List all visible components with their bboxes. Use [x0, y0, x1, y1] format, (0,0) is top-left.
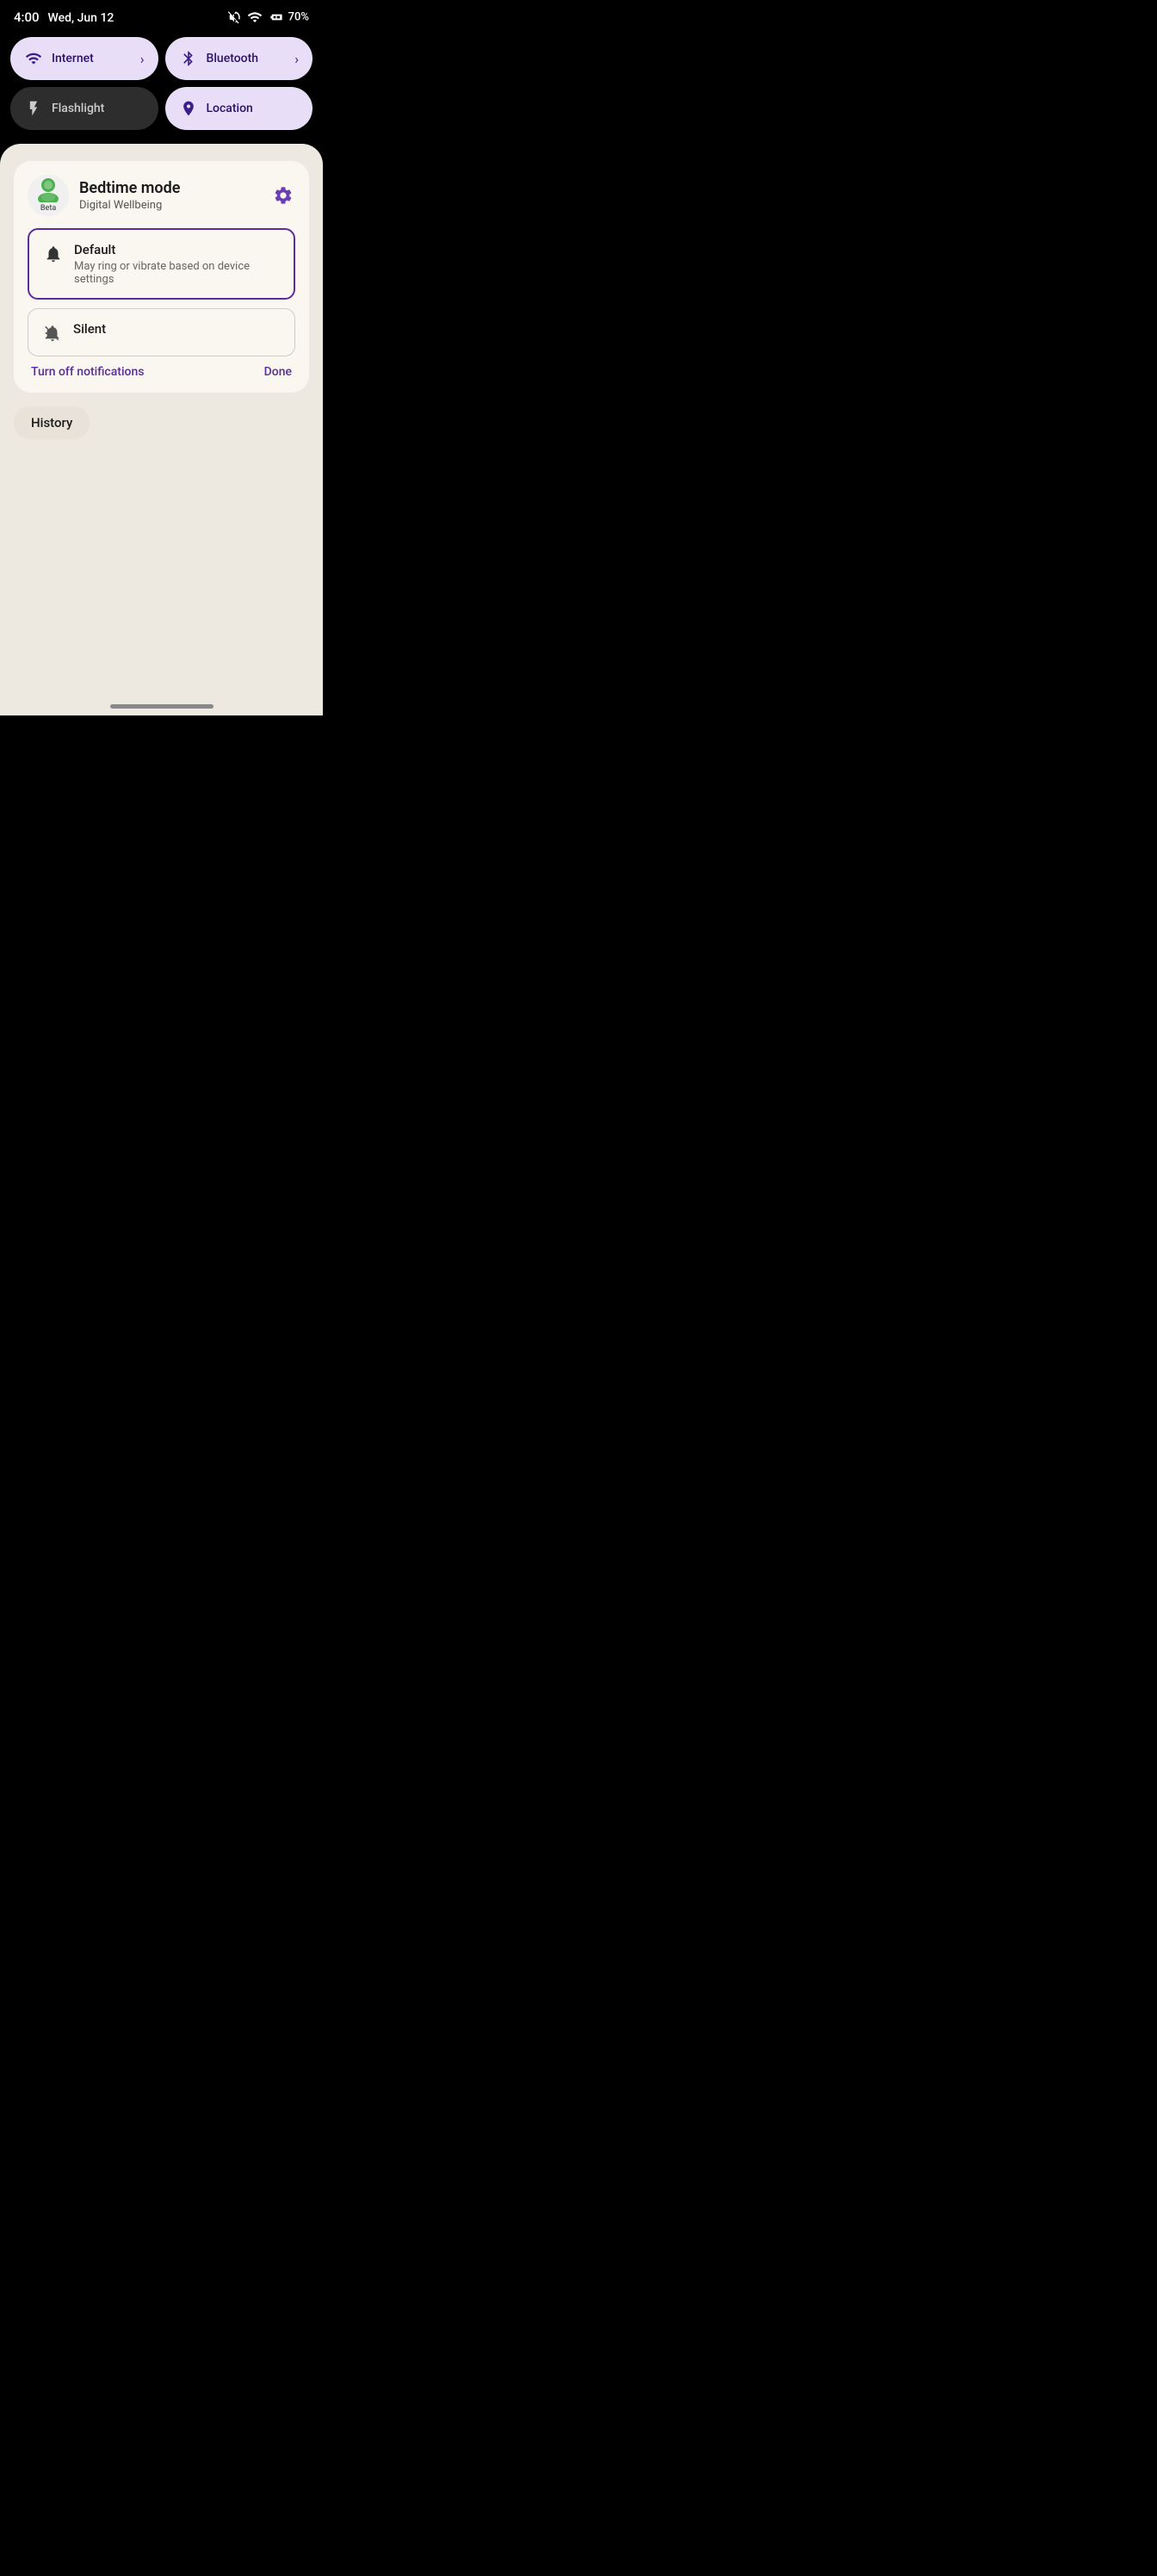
status-date: Wed, Jun 12	[48, 11, 114, 25]
silent-option-title: Silent	[73, 321, 281, 337]
done-button[interactable]: Done	[264, 365, 292, 379]
internet-label: Internet	[52, 52, 132, 65]
bluetooth-qs-icon	[179, 49, 198, 68]
sound-option-silent[interactable]: Silent	[28, 308, 295, 356]
quick-settings-panel: Internet › Bluetooth › Flashlight Locati…	[0, 30, 323, 140]
battery-percent: 70%	[288, 10, 309, 23]
history-button[interactable]: History	[14, 406, 90, 439]
battery-icon	[268, 10, 285, 24]
wifi-qs-icon	[24, 49, 43, 68]
location-qs-icon	[179, 99, 198, 118]
empty-space	[14, 439, 309, 680]
default-option-content: Default May ring or vibrate based on dev…	[74, 242, 280, 286]
home-indicator	[0, 694, 323, 715]
internet-arrow: ›	[140, 51, 145, 67]
qs-tile-location[interactable]: Location	[165, 87, 313, 130]
bluetooth-label: Bluetooth	[207, 52, 287, 65]
wifi-icon	[247, 9, 263, 25]
silent-bell-icon	[42, 323, 63, 344]
status-bar: 4:00 Wed, Jun 12 70%	[0, 0, 323, 30]
qs-tile-flashlight[interactable]: Flashlight	[10, 87, 158, 130]
bedtime-notification-card: Beta Bedtime mode Digital Wellbeing Defa…	[14, 161, 309, 393]
status-time: 4:00	[14, 9, 40, 25]
notification-actions: Turn off notifications Done	[28, 365, 295, 379]
status-time-date: 4:00 Wed, Jun 12	[14, 9, 114, 25]
bell-icon	[43, 244, 64, 264]
flashlight-label: Flashlight	[52, 102, 145, 115]
beta-badge: Beta	[40, 204, 56, 213]
notification-header: Beta Bedtime mode Digital Wellbeing	[28, 175, 295, 216]
turn-off-notifications-button[interactable]: Turn off notifications	[31, 365, 144, 379]
qs-tile-internet[interactable]: Internet ›	[10, 37, 158, 80]
qs-tile-bluetooth[interactable]: Bluetooth ›	[165, 37, 313, 80]
bluetooth-arrow: ›	[294, 51, 299, 67]
default-option-title: Default	[74, 242, 280, 257]
flashlight-qs-icon	[24, 99, 43, 118]
default-option-desc: May ring or vibrate based on device sett…	[74, 260, 280, 286]
app-icon: Beta	[28, 175, 69, 216]
silent-option-content: Silent	[73, 321, 281, 337]
battery-indicator: 70%	[268, 10, 309, 24]
notification-app-sub: Digital Wellbeing	[79, 199, 271, 212]
home-bar	[110, 704, 213, 709]
status-icons: 70%	[226, 9, 309, 25]
sound-option-default[interactable]: Default May ring or vibrate based on dev…	[28, 228, 295, 300]
history-label: History	[31, 415, 72, 430]
notification-app-name: Bedtime mode	[79, 179, 271, 197]
notification-title-area: Bedtime mode Digital Wellbeing	[79, 179, 271, 212]
digital-wellbeing-icon	[34, 178, 63, 202]
location-label: Location	[207, 102, 300, 115]
mute-icon	[226, 9, 242, 25]
settings-gear-button[interactable]	[271, 183, 295, 207]
notification-panel: Beta Bedtime mode Digital Wellbeing Defa…	[0, 144, 323, 694]
